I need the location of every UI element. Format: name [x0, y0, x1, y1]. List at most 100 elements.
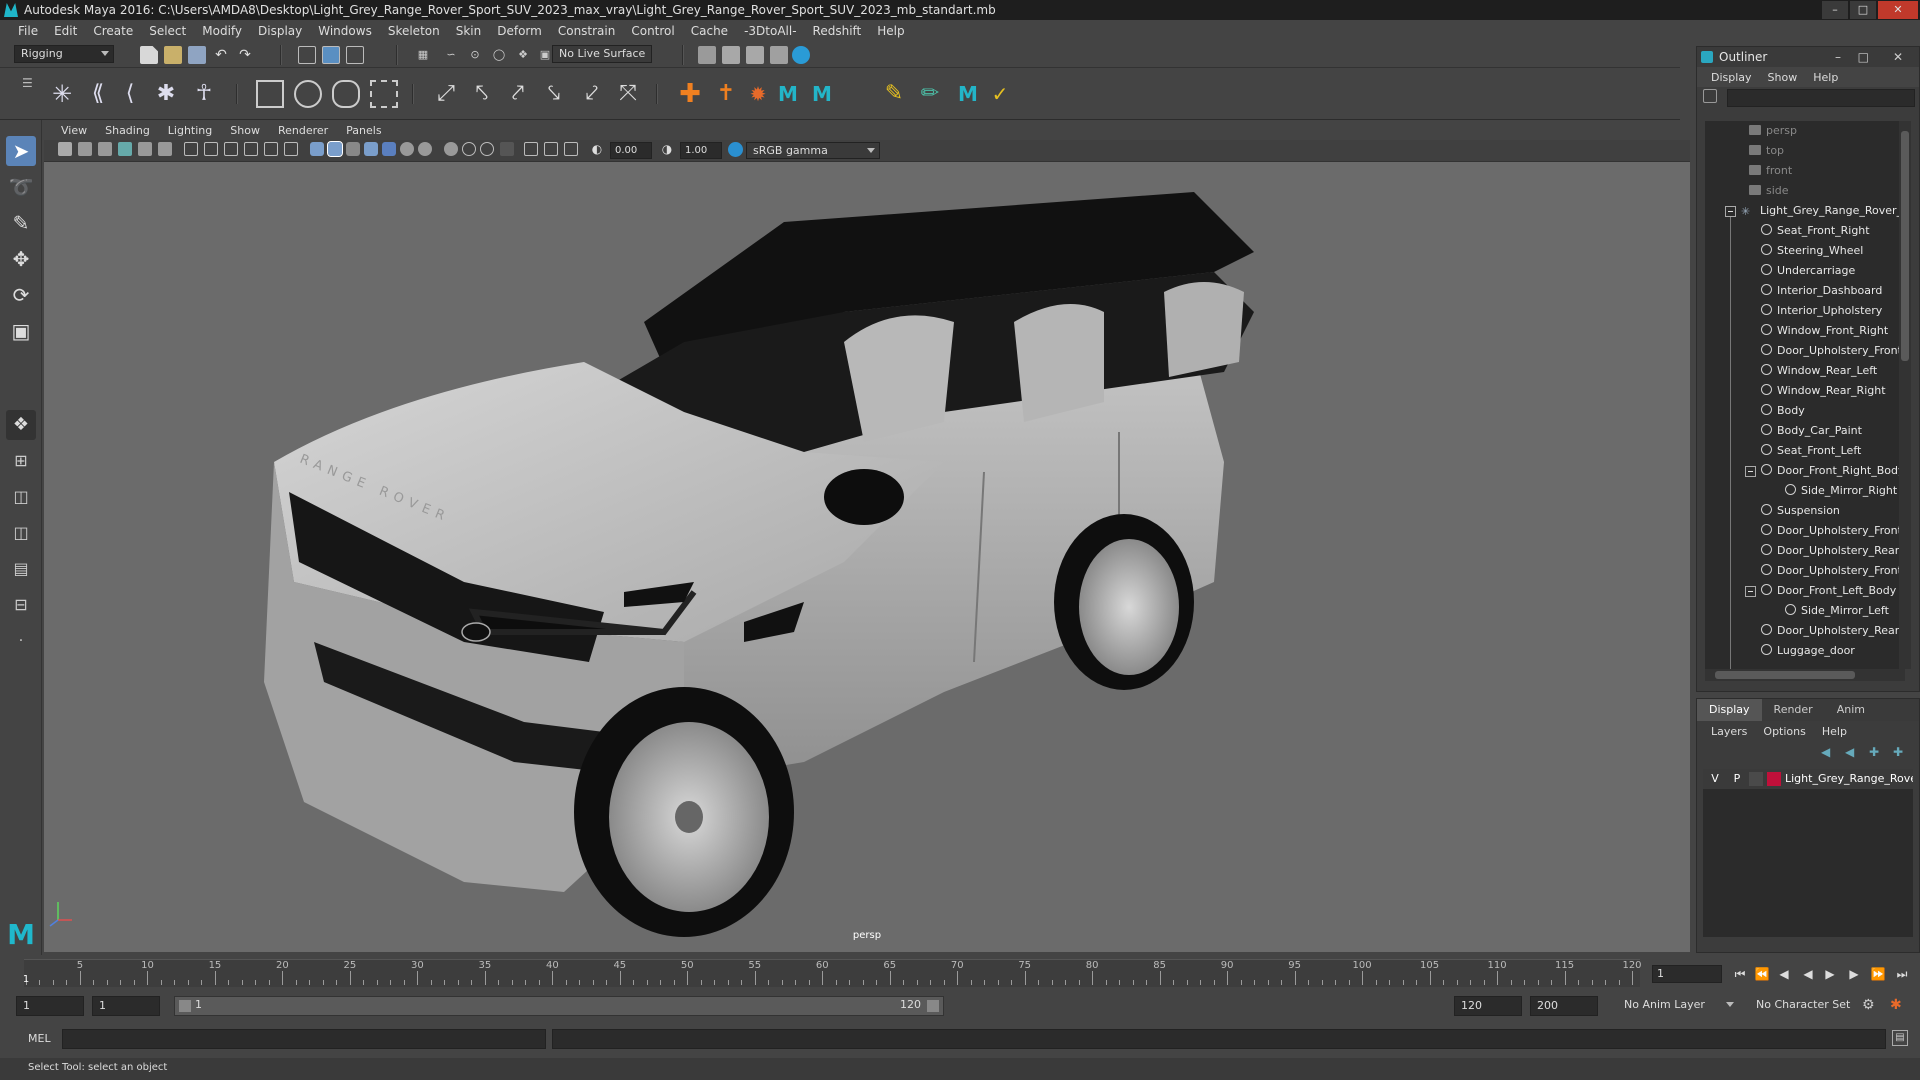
gate-mask-icon[interactable] — [244, 142, 258, 156]
anti-aliasing-icon[interactable] — [462, 142, 476, 156]
close-button[interactable]: ✕ — [1878, 1, 1918, 19]
ambient-occlusion-icon[interactable] — [418, 142, 432, 156]
menu-redshift[interactable]: Redshift — [805, 24, 870, 38]
outliner-item[interactable]: side — [1705, 181, 1905, 201]
open-scene-icon[interactable] — [164, 46, 182, 64]
layer-display-type[interactable] — [1749, 772, 1763, 786]
exposure-field[interactable]: 0.00 — [610, 142, 652, 159]
redo-icon[interactable]: ↷ — [236, 46, 254, 64]
move-layer-up-icon[interactable]: ◀ — [1821, 745, 1830, 759]
command-input[interactable] — [62, 1029, 546, 1049]
use-all-lights-icon[interactable] — [382, 142, 396, 156]
grid-toggle-icon[interactable] — [184, 142, 198, 156]
shadows-icon[interactable] — [400, 142, 414, 156]
step-back-icon[interactable]: ⏪ — [1754, 967, 1770, 981]
menu-cache[interactable]: Cache — [683, 24, 736, 38]
create-joints-icon[interactable]: ✳ — [48, 80, 76, 108]
outliner-item[interactable]: front — [1705, 161, 1905, 181]
outliner-close-button[interactable]: ✕ — [1893, 47, 1903, 67]
quick-layout-icon[interactable]: ❖ — [6, 410, 36, 440]
camera-select-icon[interactable] — [58, 142, 72, 156]
vp-menu-shading[interactable]: Shading — [96, 124, 159, 137]
scale-constraint-icon[interactable]: ⤥ — [540, 80, 568, 108]
bookmark-icon[interactable] — [98, 142, 112, 156]
tab-display[interactable]: Display — [1697, 699, 1762, 721]
outliner-item[interactable]: Body_Car_Paint — [1705, 421, 1905, 441]
outliner-item[interactable]: Window_Front_Right — [1705, 321, 1905, 341]
toolbox-more-icon[interactable]: · — [6, 626, 36, 656]
save-scene-icon[interactable] — [188, 46, 206, 64]
outliner-item[interactable]: Side_Mirror_Left — [1705, 601, 1905, 621]
menu-set-selector[interactable]: Rigging — [14, 45, 114, 63]
paint-weights-icon[interactable]: ✎ — [880, 80, 908, 108]
current-frame-marker[interactable]: 1 — [23, 974, 29, 985]
move-layer-down-icon[interactable]: ◀ — [1845, 745, 1854, 759]
outliner-maximize-button[interactable]: □ — [1858, 47, 1869, 67]
wireframe-icon[interactable] — [310, 142, 324, 156]
select-hierarchy-icon[interactable] — [298, 46, 316, 64]
outliner-item[interactable]: Door_Upholstery_Front_Right — [1705, 341, 1905, 361]
character-set-selector[interactable]: No Character Set — [1750, 997, 1870, 1015]
anim-layer-selector[interactable]: No Anim Layer — [1618, 997, 1738, 1015]
collapse-toggle[interactable] — [1745, 586, 1756, 597]
outliner-item[interactable]: Door_Front_Left_Body — [1705, 581, 1905, 601]
paint-skin-icon[interactable]: ✏ — [916, 80, 944, 108]
outliner-scrollbar-vertical[interactable] — [1899, 121, 1911, 669]
step-back-key-icon[interactable]: ◀ — [1776, 967, 1792, 981]
vp-menu-lighting[interactable]: Lighting — [159, 124, 221, 137]
scale-tool-icon[interactable]: ▣ — [6, 316, 36, 346]
outliner-item[interactable]: Side_Mirror_Right — [1705, 481, 1905, 501]
depth-of-field-icon[interactable] — [480, 142, 494, 156]
layer-menu-layers[interactable]: Layers — [1703, 725, 1755, 738]
step-forward-key-icon[interactable]: ▶ — [1846, 967, 1862, 981]
orient-constraint-icon[interactable]: ⤤ — [504, 80, 532, 108]
outliner-filter-icon[interactable] — [1703, 89, 1717, 103]
safe-action-icon[interactable] — [284, 142, 298, 156]
wireframe-on-shaded-icon[interactable] — [346, 142, 360, 156]
minimize-button[interactable]: – — [1822, 1, 1848, 19]
play-backward-icon[interactable]: ◀ — [1800, 967, 1816, 981]
menu-display[interactable]: Display — [250, 24, 310, 38]
snap-surface-icon[interactable]: ❖ — [514, 46, 532, 64]
layout-four-view-icon[interactable]: ⊞ — [6, 446, 36, 476]
layer-visibility-toggle[interactable]: V — [1707, 769, 1723, 789]
new-layer-icon[interactable]: ✚ — [1869, 745, 1879, 759]
camera-attributes-icon[interactable] — [78, 142, 92, 156]
parent-constraint-icon[interactable]: ⤢ — [432, 80, 460, 108]
outliner-item[interactable]: Suspension — [1705, 501, 1905, 521]
layer-row[interactable]: V P Light_Grey_Range_Rover_Sport_SUV_202… — [1703, 769, 1913, 789]
current-frame-field[interactable]: 1 — [1652, 965, 1722, 983]
render-settings-icon[interactable] — [698, 46, 716, 64]
outliner-menu-help[interactable]: Help — [1805, 71, 1846, 84]
outliner-item[interactable]: top — [1705, 141, 1905, 161]
joint-orient-icon[interactable]: ✝ — [712, 80, 740, 108]
go-to-end-icon[interactable]: ⏭ — [1894, 967, 1910, 981]
outliner-item[interactable]: Window_Rear_Left — [1705, 361, 1905, 381]
ik-spline-icon[interactable]: ⟨ — [116, 80, 144, 108]
time-slider-track[interactable]: 5 10 15 20 25 30 35 40 45 50 55 60 65 70 75 80 85 90 95 100… — [23, 959, 1642, 987]
lattice-icon[interactable] — [256, 80, 284, 108]
wrap-deformer-icon[interactable] — [332, 80, 360, 108]
image-plane-icon[interactable] — [118, 142, 132, 156]
maya-script-icon-c[interactable]: M — [954, 80, 982, 108]
scrollbar-thumb[interactable] — [1715, 671, 1855, 679]
move-tool-icon[interactable]: ✥ — [6, 244, 36, 274]
outliner-item[interactable]: Steering_Wheel — [1705, 241, 1905, 261]
shelf-tabs-toggle[interactable]: ☰ — [22, 76, 33, 90]
step-forward-icon[interactable]: ⏩ — [1870, 967, 1886, 981]
xray-joints-icon[interactable] — [544, 142, 558, 156]
xray-components-icon[interactable] — [564, 142, 578, 156]
ipr-render-icon[interactable] — [746, 46, 764, 64]
menu-deform[interactable]: Deform — [489, 24, 550, 38]
outliner-item[interactable]: Window_Rear_Right — [1705, 381, 1905, 401]
rotate-tool-icon[interactable]: ⟳ — [6, 280, 36, 310]
lasso-tool-icon[interactable]: ➰ — [6, 172, 36, 202]
undo-icon[interactable]: ↶ — [212, 46, 230, 64]
vp-menu-view[interactable]: View — [52, 124, 96, 137]
xray-icon[interactable] — [524, 142, 538, 156]
colorspace-selector[interactable]: sRGB gamma — [746, 142, 880, 159]
wire-deformer-icon[interactable] — [370, 80, 398, 108]
layer-menu-options[interactable]: Options — [1755, 725, 1813, 738]
outliner-item[interactable]: Luggage_door — [1705, 641, 1905, 661]
outliner-item[interactable]: Door_Upholstery_Front — [1705, 561, 1905, 581]
